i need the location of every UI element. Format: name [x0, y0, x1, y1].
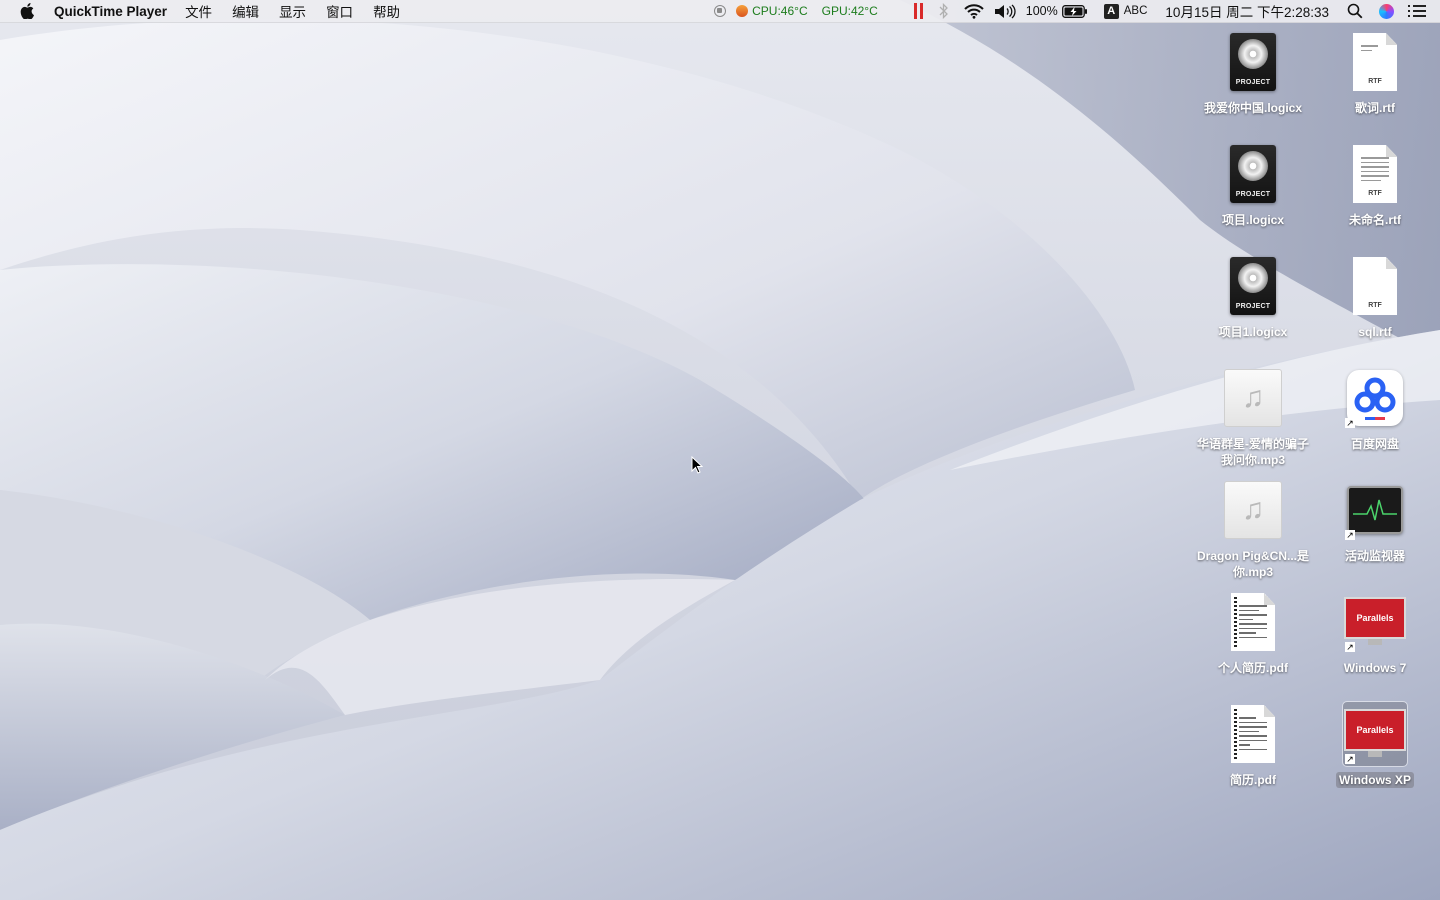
battery-percent[interactable]: 100%	[1026, 4, 1058, 18]
bluetooth-icon[interactable]	[938, 3, 950, 19]
menu-window[interactable]: 窗口	[326, 1, 353, 21]
siri-icon[interactable]	[1379, 3, 1394, 19]
spotlight-search-icon[interactable]	[1347, 3, 1363, 19]
volume-icon[interactable]	[994, 4, 1016, 19]
desktop-icon-label: 歌词.rtf	[1355, 101, 1395, 115]
cpu-temp-text: CPU:46°C	[752, 4, 808, 18]
menu-bar: QuickTime Player 文件 编辑 显示 窗口 帮助 CPU:46°C…	[0, 0, 1440, 23]
app-name-menu[interactable]: QuickTime Player	[54, 4, 167, 19]
logic-project-icon: PROJECT	[1221, 254, 1285, 318]
battery-charging-icon[interactable]	[1061, 4, 1088, 18]
desktop-icon-parallels-vm[interactable]: Parallels ↗ Windows 7	[1315, 590, 1435, 676]
menu-bar-left: QuickTime Player 文件 编辑 显示 窗口 帮助	[0, 0, 420, 22]
menu-help[interactable]: 帮助	[373, 1, 400, 21]
rtf-document-icon: RTF	[1343, 30, 1407, 94]
desktop-icon-pdf-file[interactable]: 个人简历.pdf	[1193, 590, 1313, 676]
desktop-icon-label: 百度网盘	[1350, 437, 1399, 451]
pdf-document-icon	[1221, 590, 1285, 654]
desktop-icon-label: 未命名.rtf	[1349, 213, 1401, 227]
parallels-vm-icon: Parallels ↗	[1342, 701, 1408, 767]
rtf-document-icon: RTF	[1343, 142, 1407, 206]
desktop-icon-label: Windows XP	[1336, 772, 1414, 788]
desktop-icon-label: 简历.pdf	[1230, 773, 1276, 787]
logic-project-icon: PROJECT	[1221, 142, 1285, 206]
menu-file[interactable]: 文件	[185, 1, 212, 21]
baidu-netdisk-icon: ↗	[1343, 366, 1407, 430]
input-method-icon[interactable]: A	[1103, 3, 1119, 19]
desktop-icon-label: 我爱你中国.logicx	[1203, 101, 1302, 115]
wifi-icon[interactable]	[964, 3, 984, 19]
desktop-icon-rtf-file[interactable]: RTF 歌词.rtf	[1315, 30, 1435, 116]
mouse-pointer-icon	[691, 456, 703, 474]
desktop-icon-parallels-vm-selected[interactable]: Parallels ↗ Windows XP	[1315, 701, 1435, 788]
desktop-icon-mp3-file[interactable]: ♫ 华语群星-爱情的骗子我问你.mp3	[1193, 366, 1313, 468]
pdf-document-icon	[1221, 702, 1285, 766]
menu-bar-status: CPU:46°C GPU:42°C 100% A ABC 10月15日 周二 下…	[704, 0, 1440, 22]
desktop-icon-label: Windows 7	[1343, 661, 1407, 675]
desktop-icon-label: 活动监视器	[1344, 549, 1405, 563]
gpu-temp-text[interactable]: GPU:42°C	[822, 4, 878, 18]
notification-center-icon[interactable]	[1408, 4, 1426, 18]
menu-edit[interactable]: 编辑	[232, 1, 259, 21]
menu-view[interactable]: 显示	[279, 1, 306, 21]
desktop-icon-logic-project[interactable]: PROJECT 我爱你中国.logicx	[1193, 30, 1313, 116]
desktop-icon-activity-monitor[interactable]: ↗ 活动监视器	[1315, 478, 1435, 564]
logic-project-icon: PROJECT	[1221, 30, 1285, 94]
desktop-icon-label: sql.rtf	[1358, 325, 1392, 339]
activity-monitor-icon: ↗	[1343, 478, 1407, 542]
pause-bars-icon[interactable]	[913, 3, 924, 19]
desktop-icon-label: Dragon Pig&CN...是你.mp3	[1196, 549, 1309, 579]
desktop-icon-label: 项目1.logicx	[1218, 325, 1288, 339]
screen-record-icon[interactable]	[714, 5, 727, 17]
desktop-icon-pdf-file[interactable]: 简历.pdf	[1193, 702, 1313, 788]
menu-clock[interactable]: 10月15日 周二 下午2:28:33	[1165, 1, 1329, 21]
rtf-document-icon: RTF	[1343, 254, 1407, 318]
apple-menu-icon[interactable]	[18, 0, 36, 22]
parallels-vm-icon: Parallels ↗	[1343, 590, 1407, 654]
desktop-icon-rtf-file[interactable]: RTF sql.rtf	[1315, 254, 1435, 340]
alias-arrow-icon: ↗	[1345, 530, 1355, 540]
desktop-icon-label: 华语群星-爱情的骗子我问你.mp3	[1197, 437, 1309, 467]
desktop-icon-logic-project[interactable]: PROJECT 项目1.logicx	[1193, 254, 1313, 340]
desktop-icon-label: 项目.logicx	[1221, 213, 1284, 227]
alias-arrow-icon: ↗	[1345, 754, 1355, 764]
desktop-icon-mp3-file[interactable]: ♫ Dragon Pig&CN...是你.mp3	[1193, 478, 1313, 580]
cpu-gauge-icon	[736, 5, 749, 17]
cpu-temp-status[interactable]: CPU:46°C	[736, 4, 808, 18]
desktop-icon-rtf-file[interactable]: RTF 未命名.rtf	[1315, 142, 1435, 228]
music-note-icon: ♫	[1221, 478, 1285, 542]
alias-arrow-icon: ↗	[1345, 418, 1355, 428]
desktop-icon-label: 个人简历.pdf	[1218, 661, 1288, 675]
desktop-icon-baidu-netdisk[interactable]: ↗ 百度网盘	[1315, 366, 1435, 452]
input-source-label[interactable]: ABC	[1124, 5, 1148, 17]
alias-arrow-icon: ↗	[1345, 642, 1355, 652]
desktop-icon-logic-project[interactable]: PROJECT 项目.logicx	[1193, 142, 1313, 228]
music-note-icon: ♫	[1221, 366, 1285, 430]
